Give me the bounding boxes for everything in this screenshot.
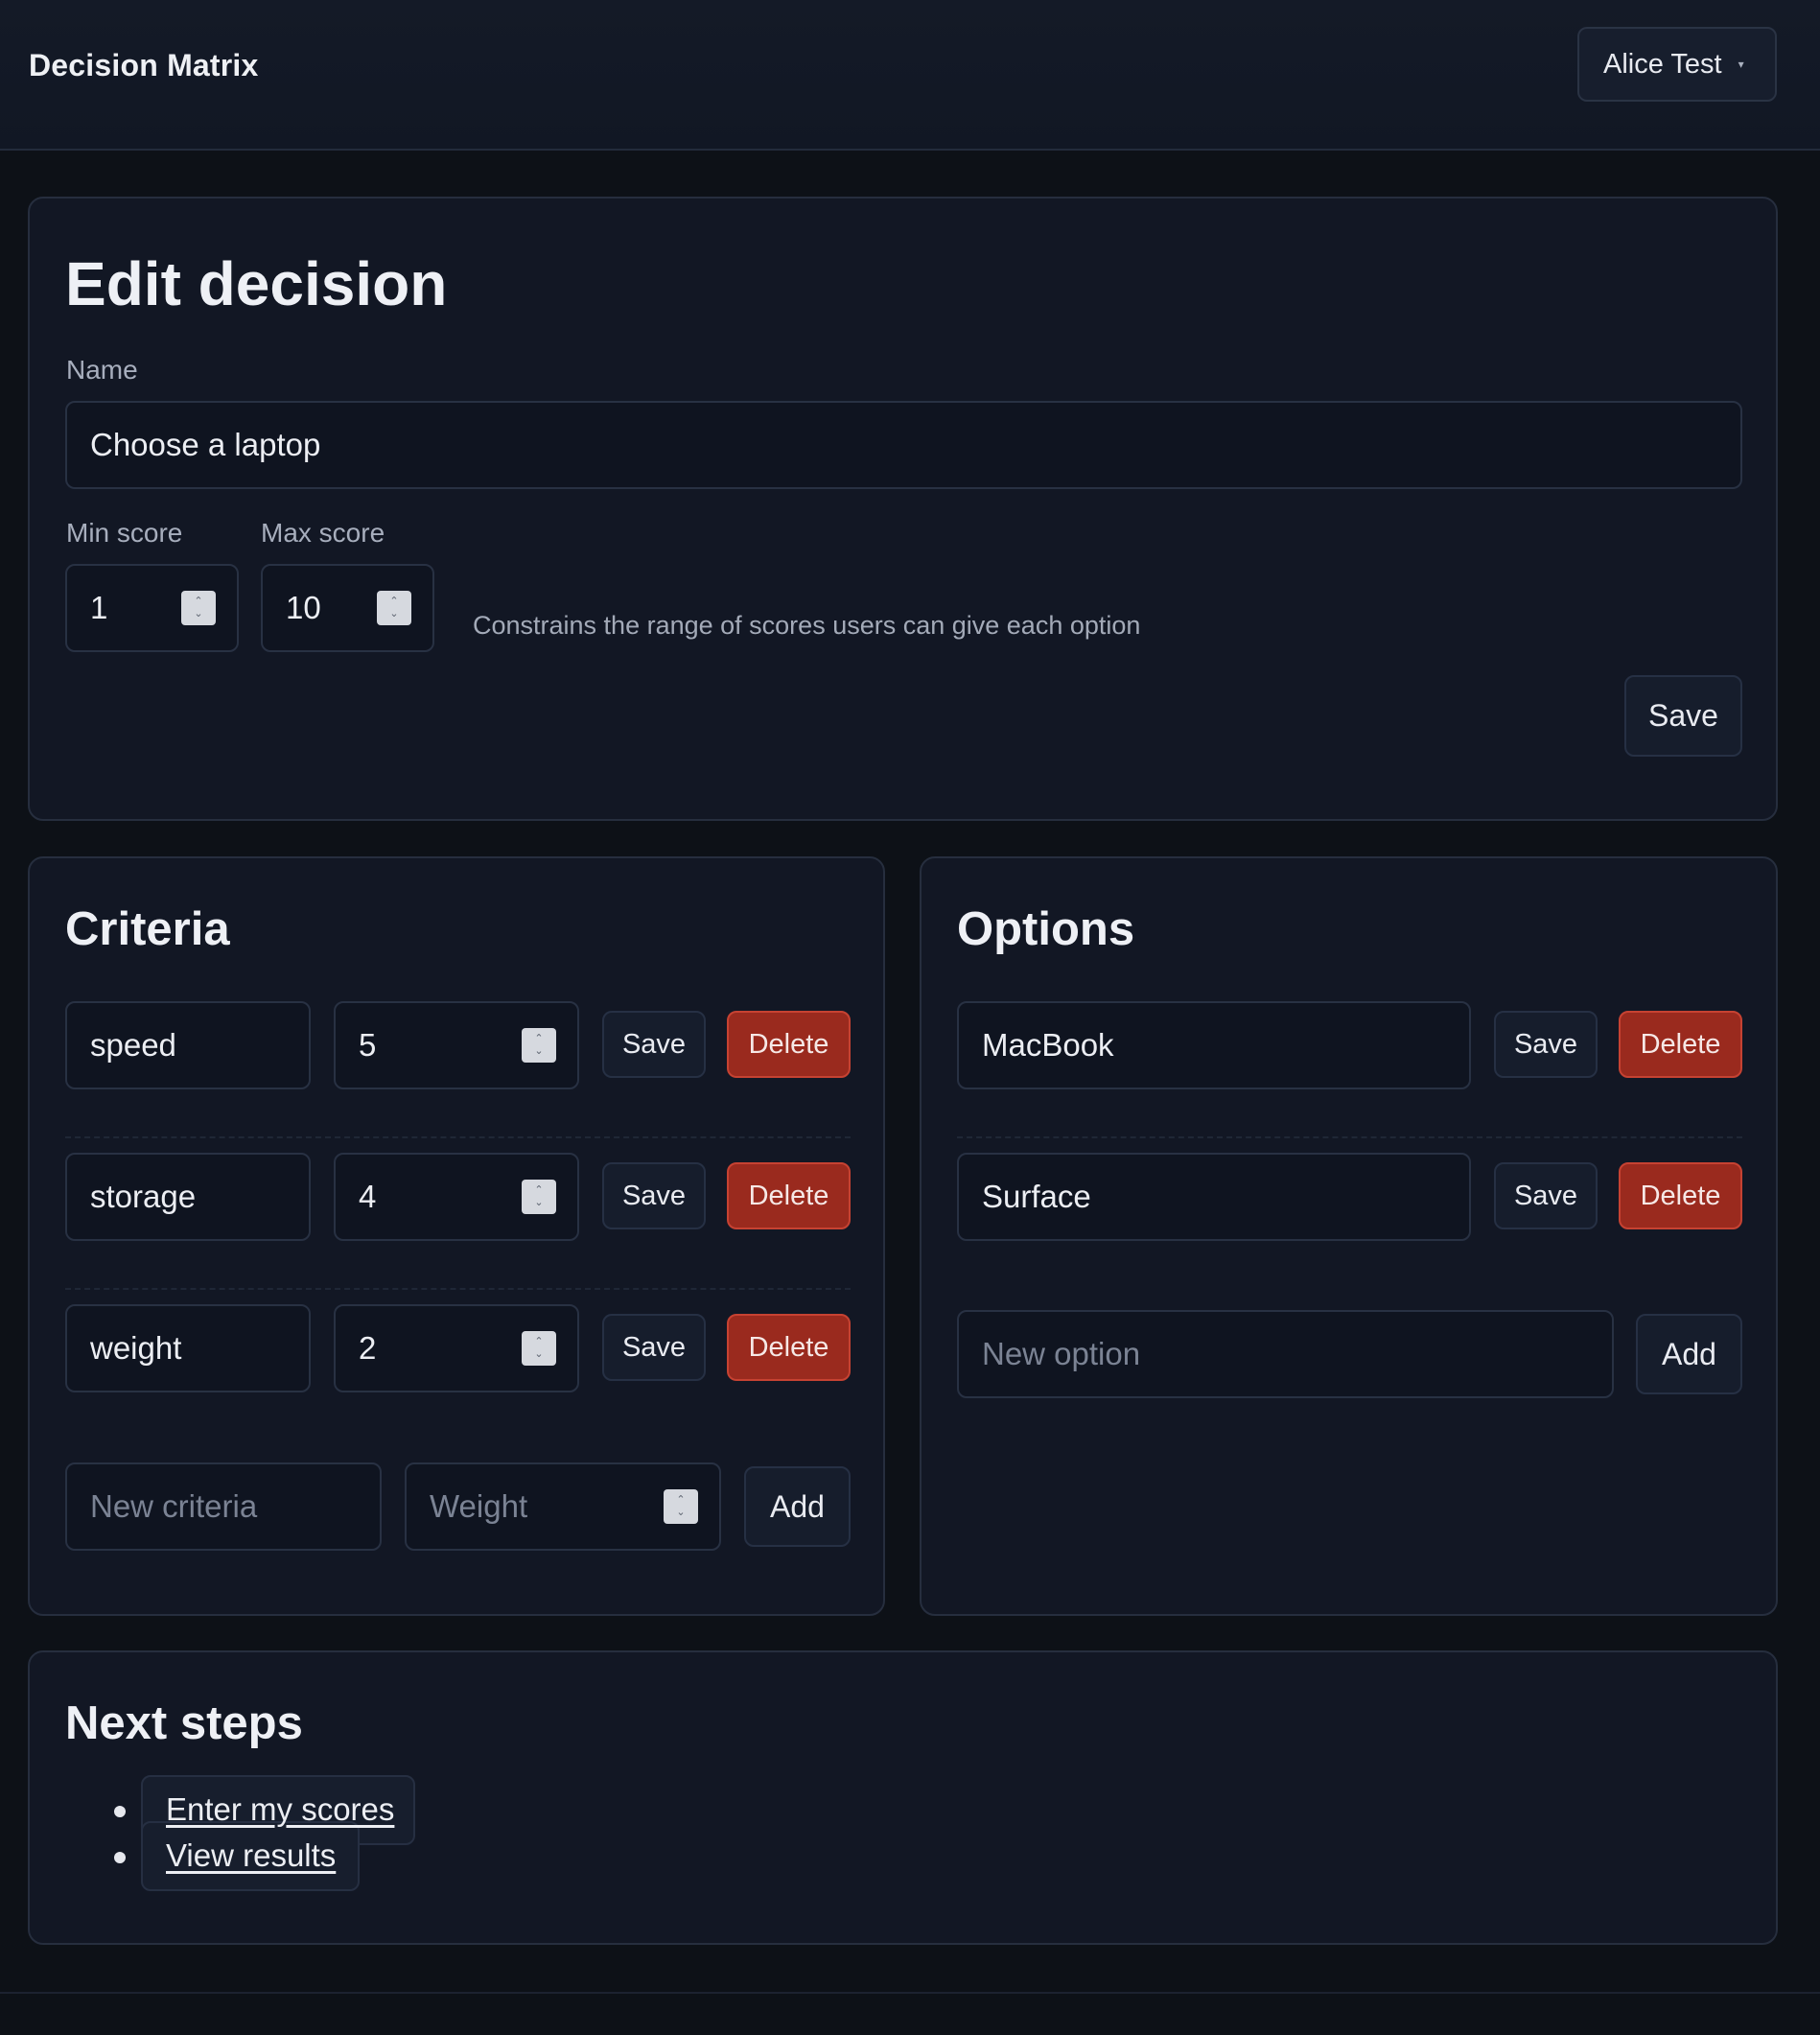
page-title: Edit decision [65,249,448,318]
add-criteria-button[interactable]: Add [744,1466,851,1547]
save-criteria-button[interactable]: Save [602,1162,706,1229]
score-range-hint: Constrains the range of scores users can… [473,611,1141,640]
name-label: Name [66,355,138,385]
chevron-down-icon: ▾ [1738,58,1744,71]
options-card: Options Save Delete Save Delete Add [920,856,1778,1616]
save-option-button[interactable]: Save [1494,1162,1598,1229]
new-weight-field: ⌃⌄ [405,1462,721,1551]
spinner-icon[interactable]: ⌃ ⌄ [522,1028,556,1063]
view-results-link[interactable]: View results [166,1837,336,1874]
criteria-card: Criteria ⌃⌄ Save Delete ⌃⌄ Save Delete ⌃… [28,856,885,1616]
option-name-input[interactable] [957,1001,1471,1089]
delete-option-button[interactable]: Delete [1619,1162,1742,1229]
spinner-icon[interactable]: ⌃ ⌄ [377,591,411,625]
criteria-name-input[interactable] [65,1304,311,1392]
max-score-label: Max score [261,518,385,548]
new-option-input[interactable] [957,1310,1614,1398]
app-title[interactable]: Decision Matrix [29,48,259,83]
bullet [114,1852,126,1863]
delete-criteria-button[interactable]: Delete [727,1011,851,1078]
min-score-label: Min score [66,518,183,548]
delete-criteria-button[interactable]: Delete [727,1162,851,1229]
add-option-button[interactable]: Add [1636,1314,1742,1394]
spinner-icon[interactable]: ⌃ ⌄ [664,1489,698,1524]
criteria-weight-field: ⌃⌄ [334,1304,579,1392]
enter-scores-link[interactable]: Enter my scores [166,1791,394,1828]
save-decision-button[interactable]: Save [1624,675,1742,757]
next-steps-heading: Next steps [65,1697,303,1749]
user-name: Alice Test [1603,48,1722,80]
top-bar: Decision Matrix Alice Test ▾ [0,0,1820,151]
spinner-icon[interactable]: ⌃ ⌄ [522,1331,556,1366]
delete-criteria-button[interactable]: Delete [727,1314,851,1381]
row-divider [957,1136,1742,1138]
user-menu-button[interactable]: Alice Test ▾ [1577,27,1777,102]
min-score-field: ⌃⌄ [65,564,239,652]
criteria-name-input[interactable] [65,1153,311,1241]
bullet [114,1806,126,1817]
delete-option-button[interactable]: Delete [1619,1011,1742,1078]
row-divider [65,1288,851,1290]
footer-divider [0,1992,1820,1994]
decision-name-input[interactable] [65,401,1742,489]
spinner-icon[interactable]: ⌃ ⌄ [181,591,216,625]
criteria-heading: Criteria [65,903,230,955]
save-criteria-button[interactable]: Save [602,1314,706,1381]
save-option-button[interactable]: Save [1494,1011,1598,1078]
spinner-icon[interactable]: ⌃ ⌄ [522,1180,556,1214]
row-divider [65,1136,851,1138]
options-heading: Options [957,903,1135,955]
criteria-weight-field: ⌃⌄ [334,1153,579,1241]
option-name-input[interactable] [957,1153,1471,1241]
save-criteria-button[interactable]: Save [602,1011,706,1078]
max-score-field: ⌃⌄ [261,564,434,652]
criteria-name-input[interactable] [65,1001,311,1089]
new-criteria-input[interactable] [65,1462,382,1551]
edit-decision-card: Edit decision Name Min score Max score ⌃… [28,197,1778,821]
criteria-weight-field: ⌃⌄ [334,1001,579,1089]
